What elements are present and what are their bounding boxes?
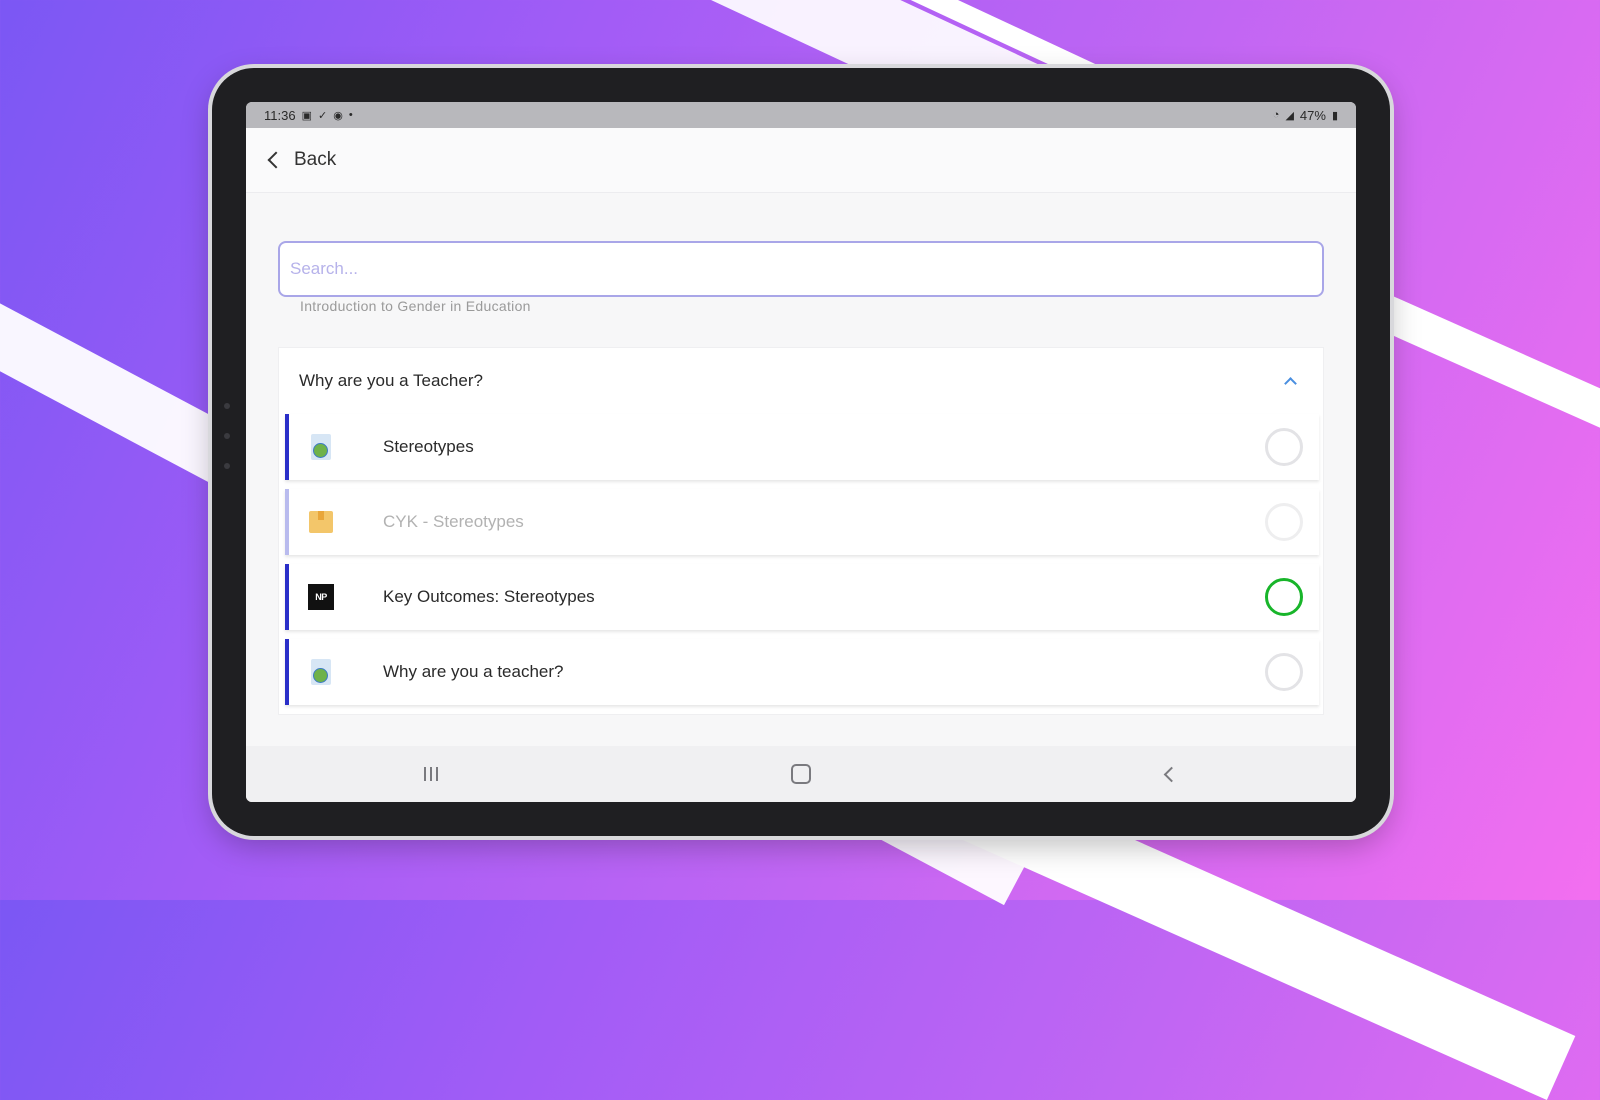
search-input[interactable] [278, 241, 1324, 297]
package-icon [307, 508, 335, 536]
list-item[interactable]: CYK - Stereotypes [285, 489, 1319, 555]
main-content: Introduction to Gender in Education Why … [246, 241, 1356, 715]
recents-button[interactable] [401, 754, 461, 794]
list-item[interactable]: Why are you a teacher? [285, 639, 1319, 705]
tablet-frame: 11:36 ▣ ✓ ◉ • ◔ ◢ 47% ▮ Back Search... I… [212, 68, 1390, 836]
document-icon [307, 433, 335, 461]
home-icon [791, 764, 811, 784]
item-label: Why are you a teacher? [383, 662, 564, 681]
completion-radio[interactable] [1265, 653, 1303, 691]
search-container [278, 241, 1324, 297]
back-arrow-icon [1163, 766, 1179, 782]
more-dot-icon: • [348, 109, 353, 121]
chevron-up-icon[interactable] [1284, 376, 1297, 390]
gallery-icon: ▣ [301, 109, 312, 122]
list-item[interactable]: Stereotypes [285, 414, 1319, 480]
chevron-left-icon [267, 151, 285, 169]
battery-icon: ▮ [1331, 109, 1338, 122]
battery-level: 47% [1299, 107, 1326, 123]
completion-radio[interactable] [1265, 503, 1303, 541]
system-back-button[interactable] [1141, 754, 1201, 794]
tablet-side-sensors [224, 403, 230, 493]
item-label: Key Outcomes: Stereotypes [383, 587, 595, 606]
list-item[interactable]: NP Key Outcomes: Stereotypes [285, 564, 1319, 630]
video-icon: NP [307, 583, 335, 611]
recents-icon [424, 767, 438, 781]
completion-radio-selected[interactable] [1265, 578, 1303, 616]
document-icon [307, 658, 335, 686]
back-label: Back [294, 149, 337, 170]
previous-section-item[interactable]: Introduction to Gender in Education [278, 297, 1324, 347]
app-screen: 11:36 ▣ ✓ ◉ • ◔ ◢ 47% ▮ Back Search... I… [246, 102, 1356, 802]
section-title: Why are you a Teacher? [299, 371, 483, 390]
back-button[interactable]: Back [267, 149, 337, 171]
section-accordion: Why are you a Teacher? Stereotypes CYK -… [278, 347, 1324, 715]
wifi-icon: ◔ [1272, 109, 1280, 121]
item-label: Stereotypes [383, 437, 474, 456]
accordion-header[interactable]: Why are you a Teacher? [279, 348, 1323, 414]
check-icon: ✓ [317, 109, 328, 122]
completion-radio[interactable] [1265, 428, 1303, 466]
home-button[interactable] [771, 754, 831, 794]
top-bar: Back [246, 128, 1356, 193]
signal-icon: ◢ [1285, 109, 1294, 122]
notification-icon: ◉ [333, 109, 343, 122]
item-label: CYK - Stereotypes [383, 512, 524, 531]
status-time: 11:36 [264, 107, 296, 123]
system-nav-bar [246, 746, 1356, 802]
previous-section-label: Introduction to Gender in Education [300, 298, 531, 314]
status-bar: 11:36 ▣ ✓ ◉ • ◔ ◢ 47% ▮ [246, 102, 1356, 128]
activity-list: Stereotypes CYK - Stereotypes NP Key Out… [279, 414, 1323, 705]
